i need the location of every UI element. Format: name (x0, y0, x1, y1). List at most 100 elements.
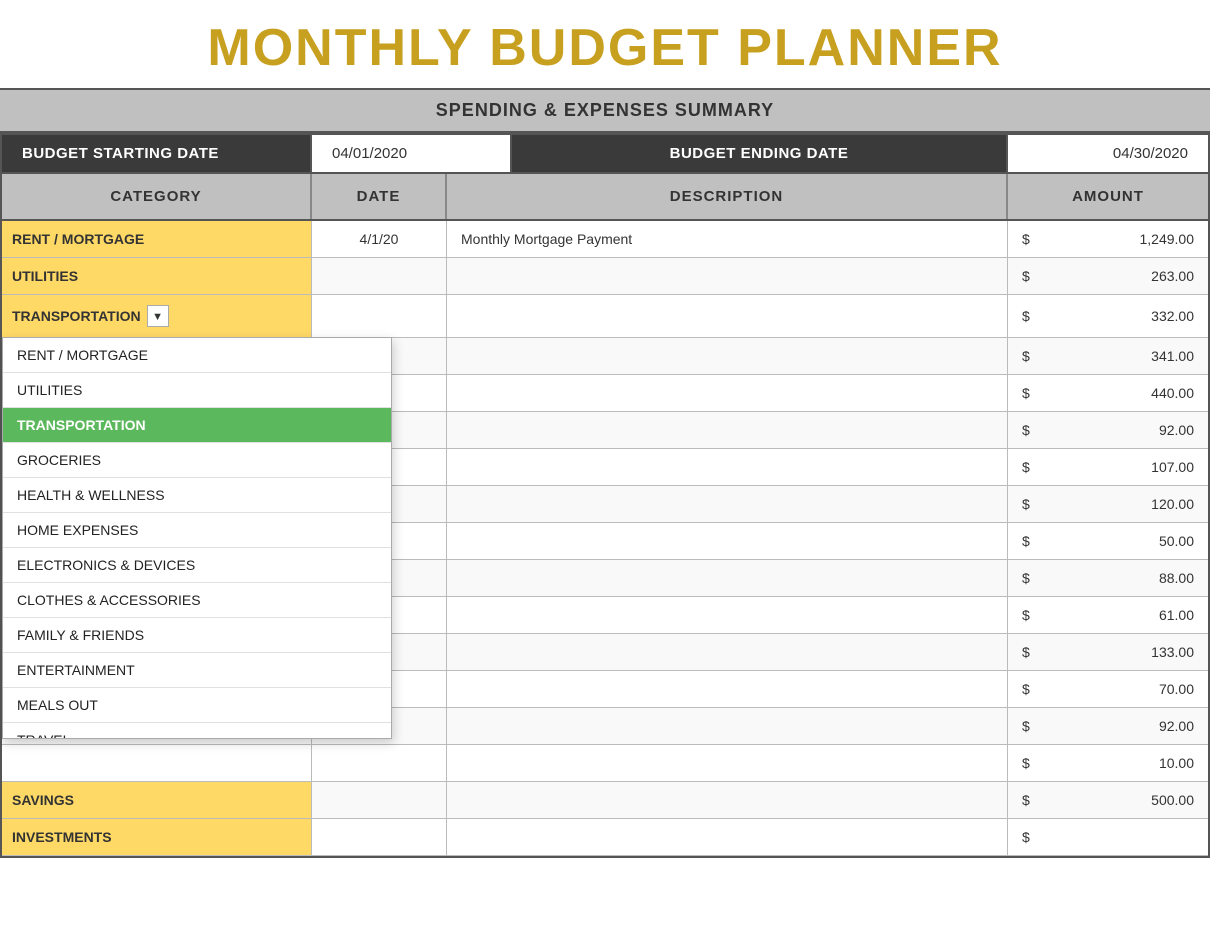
cell-amount: $107.00 (1008, 449, 1208, 485)
amount-value: 341.00 (1042, 348, 1194, 364)
budget-start-label: BUDGET STARTING DATE (2, 135, 312, 172)
amount-value: 61.00 (1042, 607, 1194, 623)
dollar-sign: $ (1022, 681, 1042, 697)
table-row: INVESTMENTS $ (2, 819, 1208, 856)
table-body: RENT / MORTGAGE4/1/20Monthly Mortgage Pa… (0, 221, 1210, 858)
cell-amount: $61.00 (1008, 597, 1208, 633)
cell-category: INVESTMENTS (2, 819, 312, 855)
page-title: MONTHLY BUDGET PLANNER (0, 18, 1210, 78)
amount-value: 70.00 (1042, 681, 1194, 697)
cell-description (447, 375, 1008, 411)
dropdown-item[interactable]: RENT / MORTGAGE (3, 338, 391, 373)
cell-amount: $1,249.00 (1008, 221, 1208, 257)
cell-category: SAVINGS (2, 782, 312, 818)
cell-description (447, 597, 1008, 633)
dropdown-item[interactable]: MEALS OUT (3, 688, 391, 723)
cell-description: Monthly Mortgage Payment (447, 221, 1008, 257)
cell-amount: $70.00 (1008, 671, 1208, 707)
dollar-sign: $ (1022, 829, 1042, 845)
cell-amount: $92.00 (1008, 708, 1208, 744)
cell-amount: $ (1008, 819, 1208, 855)
cell-category[interactable]: TRANSPORTATION▼RENT / MORTGAGEUTILITIEST… (2, 295, 312, 337)
cell-description (447, 295, 1008, 337)
cell-description (447, 745, 1008, 781)
cell-description (447, 782, 1008, 818)
dollar-sign: $ (1022, 268, 1042, 284)
cell-category (2, 745, 312, 781)
dollar-sign: $ (1022, 792, 1042, 808)
amount-value: 92.00 (1042, 718, 1194, 734)
cell-amount: $341.00 (1008, 338, 1208, 374)
amount-value: 107.00 (1042, 459, 1194, 475)
dropdown-item[interactable]: FAMILY & FRIENDS (3, 618, 391, 653)
amount-value: 332.00 (1042, 308, 1194, 324)
dropdown-item[interactable]: TRANSPORTATION (3, 408, 391, 443)
category-text: UTILITIES (12, 268, 78, 284)
table-row: SAVINGS $500.00 (2, 782, 1208, 819)
amount-value: 263.00 (1042, 268, 1194, 284)
col-header-amount: AMOUNT (1008, 174, 1208, 219)
subtitle-bar: SPENDING & EXPENSES SUMMARY (0, 88, 1210, 133)
budget-start-value: 04/01/2020 (312, 135, 512, 172)
dropdown-item[interactable]: UTILITIES (3, 373, 391, 408)
cell-date: 4/1/20 (312, 221, 447, 257)
dropdown-item[interactable]: HEALTH & WELLNESS (3, 478, 391, 513)
cell-description (447, 560, 1008, 596)
category-text: INVESTMENTS (12, 829, 112, 845)
cell-category: RENT / MORTGAGE (2, 221, 312, 257)
cell-description (447, 634, 1008, 670)
amount-value: 500.00 (1042, 792, 1194, 808)
page-wrapper: MONTHLY BUDGET PLANNER SPENDING & EXPENS… (0, 0, 1210, 858)
cell-date (312, 819, 447, 855)
cell-amount: $263.00 (1008, 258, 1208, 294)
table-row: UTILITIES $263.00 (2, 258, 1208, 295)
cell-amount: $10.00 (1008, 745, 1208, 781)
col-header-description: DESCRIPTION (447, 174, 1008, 219)
table-header: CATEGORY DATE DESCRIPTION AMOUNT (0, 174, 1210, 221)
dollar-sign: $ (1022, 231, 1042, 247)
cell-description (447, 338, 1008, 374)
dollar-sign: $ (1022, 644, 1042, 660)
budget-end-label: BUDGET ENDING DATE (512, 135, 1008, 172)
cell-description (447, 449, 1008, 485)
cell-amount: $500.00 (1008, 782, 1208, 818)
cell-date (312, 295, 447, 337)
dropdown-item[interactable]: GROCERIES (3, 443, 391, 478)
dollar-sign: $ (1022, 385, 1042, 401)
cell-date (312, 782, 447, 818)
cell-description (447, 523, 1008, 559)
amount-value: 120.00 (1042, 496, 1194, 512)
amount-value: 1,249.00 (1042, 231, 1194, 247)
dropdown-item[interactable]: ENTERTAINMENT (3, 653, 391, 688)
col-header-category: CATEGORY (2, 174, 312, 219)
amount-value: 440.00 (1042, 385, 1194, 401)
table-row: $10.00 (2, 745, 1208, 782)
cell-amount: $133.00 (1008, 634, 1208, 670)
dropdown-arrow-icon[interactable]: ▼ (147, 305, 169, 327)
cell-amount: $440.00 (1008, 375, 1208, 411)
dropdown-item[interactable]: TRAVEL (3, 723, 391, 738)
dollar-sign: $ (1022, 607, 1042, 623)
cell-category: UTILITIES (2, 258, 312, 294)
cell-amount: $50.00 (1008, 523, 1208, 559)
date-row: BUDGET STARTING DATE 04/01/2020 BUDGET E… (0, 133, 1210, 174)
category-text: SAVINGS (12, 792, 74, 808)
dropdown-item[interactable]: HOME EXPENSES (3, 513, 391, 548)
dropdown-item[interactable]: ELECTRONICS & DEVICES (3, 548, 391, 583)
cell-description (447, 819, 1008, 855)
dollar-sign: $ (1022, 348, 1042, 364)
cell-description (447, 671, 1008, 707)
cell-amount: $120.00 (1008, 486, 1208, 522)
amount-value: 88.00 (1042, 570, 1194, 586)
category-text: TRANSPORTATION (12, 308, 141, 324)
cell-date (312, 258, 447, 294)
amount-value: 92.00 (1042, 422, 1194, 438)
dropdown-overlay[interactable]: RENT / MORTGAGEUTILITIESTRANSPORTATIONGR… (2, 337, 392, 739)
dollar-sign: $ (1022, 570, 1042, 586)
cell-description (447, 258, 1008, 294)
dollar-sign: $ (1022, 496, 1042, 512)
dollar-sign: $ (1022, 422, 1042, 438)
dollar-sign: $ (1022, 755, 1042, 771)
budget-end-value: 04/30/2020 (1008, 135, 1208, 172)
dropdown-item[interactable]: CLOTHES & ACCESSORIES (3, 583, 391, 618)
